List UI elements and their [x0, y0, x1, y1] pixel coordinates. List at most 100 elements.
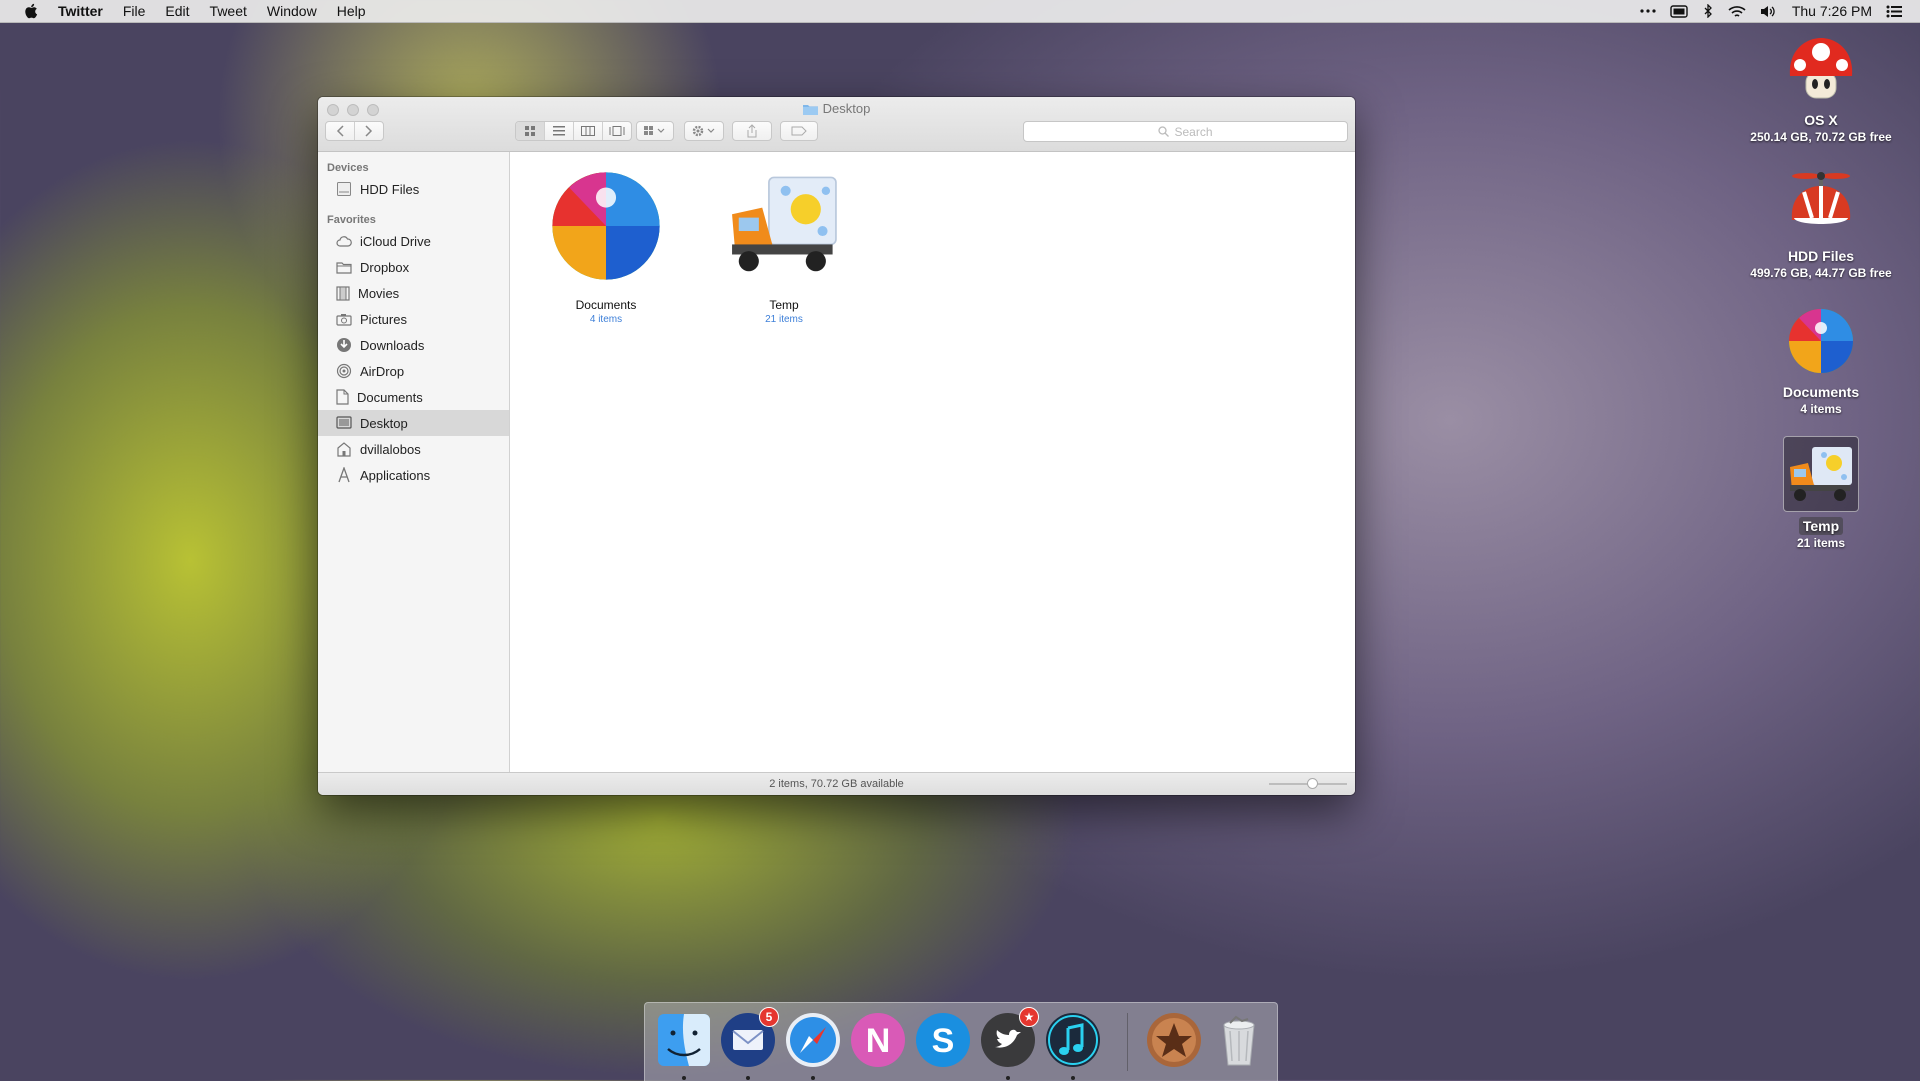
tags-button[interactable]	[780, 121, 818, 141]
sidebar-item-downloads[interactable]: Downloads	[318, 332, 509, 358]
sidebar-item-label: iCloud Drive	[360, 233, 431, 249]
search-field[interactable]: Search	[1023, 121, 1348, 142]
beach-ball-folder-icon	[544, 164, 668, 288]
sidebar-item-pictures[interactable]: Pictures	[318, 306, 509, 332]
sidebar-item-dvillalobos[interactable]: dvillalobos	[318, 436, 509, 462]
tag-icon	[791, 126, 807, 136]
sidebar-section-favorites: Favorites	[327, 214, 376, 226]
status-text: 2 items, 70.72 GB available	[769, 778, 904, 790]
sidebar-item-airdrop[interactable]: AirDrop	[318, 358, 509, 384]
desktop-icon-subtitle: 4 items	[1800, 402, 1842, 416]
battery-icon[interactable]	[1670, 4, 1688, 18]
finder-window: Desktop Search Devices HDD Files Favorit…	[318, 97, 1355, 795]
dock-app-twitter[interactable]: ★	[979, 1007, 1039, 1080]
file-item-name: Temp	[769, 298, 799, 312]
list-view-button[interactable]	[545, 122, 574, 140]
dock: 5 N S ★	[644, 1002, 1278, 1081]
sidebar-item-label: Dropbox	[360, 259, 410, 275]
mail-badge: 5	[759, 1007, 779, 1027]
running-indicator	[682, 1076, 686, 1080]
camera-icon	[336, 313, 352, 326]
volume-icon[interactable]	[1760, 5, 1778, 18]
beach-ball-folder-icon	[1784, 304, 1858, 378]
skype-icon: S	[916, 1013, 970, 1067]
dock-app-finder[interactable]	[655, 1011, 713, 1080]
nav-buttons	[325, 121, 384, 141]
action-button[interactable]	[684, 121, 724, 141]
dock-app-skype[interactable]: S	[914, 1011, 972, 1069]
sidebar-item-icloud-drive[interactable]: iCloud Drive	[318, 228, 509, 254]
desktop-icon-title: Documents	[1782, 384, 1860, 400]
back-button[interactable]	[326, 122, 355, 140]
notification-list-icon[interactable]	[1886, 5, 1902, 18]
mushroom-drive-icon	[1784, 32, 1858, 106]
dock-app-n[interactable]: N	[849, 1011, 907, 1069]
coverflow-view-button[interactable]	[603, 122, 631, 140]
trash-icon	[1223, 1015, 1255, 1066]
dock-separator	[1127, 1013, 1128, 1071]
bluetooth-icon[interactable]	[1702, 4, 1714, 18]
clock-text[interactable]: Thu 7:26 PM	[1792, 3, 1872, 19]
menu-file[interactable]: File	[123, 3, 146, 19]
finder-sidebar: Devices HDD Files Favorites iCloud Drive…	[318, 152, 510, 772]
sidebar-item-desktop[interactable]: Desktop	[318, 410, 509, 436]
applications-icon	[338, 467, 350, 483]
drive-icon	[337, 182, 351, 196]
icon-size-slider[interactable]	[1269, 778, 1347, 789]
slider-knob[interactable]	[1307, 778, 1318, 789]
sidebar-item-label: dvillalobos	[360, 441, 421, 457]
sidebar-item-dropbox[interactable]: Dropbox	[318, 254, 509, 280]
gear-icon	[692, 125, 715, 137]
sidebar-item-movies[interactable]: Movies	[318, 280, 509, 306]
running-indicator	[1006, 1076, 1010, 1080]
wifi-icon[interactable]	[1728, 5, 1746, 18]
sidebar-item-label: Desktop	[360, 415, 408, 431]
finder-content: Documents 4 items Temp 21 items	[510, 152, 1355, 772]
truck-folder-icon	[1783, 436, 1859, 512]
menu-help[interactable]: Help	[337, 3, 366, 19]
column-view-button[interactable]	[574, 122, 603, 140]
sidebar-item-applications[interactable]: Applications	[318, 462, 509, 488]
dock-app-trash[interactable]	[1210, 1011, 1268, 1069]
share-icon	[747, 124, 757, 138]
twitter-badge-star-icon: ★	[1019, 1007, 1039, 1027]
safari-icon	[786, 1013, 840, 1067]
menu-app-name[interactable]: Twitter	[58, 3, 103, 19]
menu-window[interactable]: Window	[267, 3, 317, 19]
desktop-icon-osx[interactable]: OS X 250.14 GB, 70.72 GB free	[1741, 32, 1901, 144]
dock-app-safari[interactable]	[784, 1011, 842, 1080]
forward-button[interactable]	[355, 122, 383, 140]
desktop-icon-hdd-files[interactable]: HDD Files 499.76 GB, 44.77 GB free	[1741, 168, 1901, 280]
dock-app-music[interactable]	[1044, 1011, 1102, 1080]
menu-tweet[interactable]: Tweet	[210, 3, 247, 19]
home-icon	[337, 442, 351, 457]
apple-menu-icon[interactable]	[20, 0, 42, 22]
desktop-icon	[336, 416, 352, 429]
dock-app-mail[interactable]: 5	[719, 1007, 779, 1080]
sidebar-item-hdd-files[interactable]: HDD Files	[318, 176, 509, 202]
desktop-icon-documents[interactable]: Documents 4 items	[1741, 304, 1901, 416]
desktop-icon-temp[interactable]: Temp 21 items	[1741, 436, 1901, 550]
window-title: Desktop	[318, 101, 1355, 116]
file-item-documents[interactable]: Documents 4 items	[531, 164, 681, 325]
sidebar-item-label: Movies	[358, 285, 400, 301]
share-button[interactable]	[732, 121, 772, 141]
running-indicator	[746, 1076, 750, 1080]
film-icon	[336, 285, 350, 301]
file-item-temp[interactable]: Temp 21 items	[709, 164, 859, 325]
finder-icon	[658, 1014, 710, 1066]
desktop-icon-title: OS X	[1804, 112, 1838, 128]
finder-toolbar: Desktop Search	[318, 97, 1355, 152]
running-indicator	[1071, 1076, 1075, 1080]
search-icon	[1158, 126, 1170, 137]
sidebar-item-documents[interactable]: Documents	[318, 384, 509, 410]
arrange-button[interactable]	[636, 121, 674, 141]
desktop-icon-title-text: Temp	[1798, 517, 1844, 535]
folder-icon	[336, 261, 352, 274]
icon-view-button[interactable]	[516, 122, 545, 140]
more-icon[interactable]	[1640, 9, 1656, 13]
dock-app-favorites[interactable]	[1145, 1011, 1203, 1069]
sidebar-item-label: AirDrop	[360, 363, 405, 379]
menu-edit[interactable]: Edit	[165, 3, 189, 19]
airdrop-icon	[336, 363, 352, 379]
